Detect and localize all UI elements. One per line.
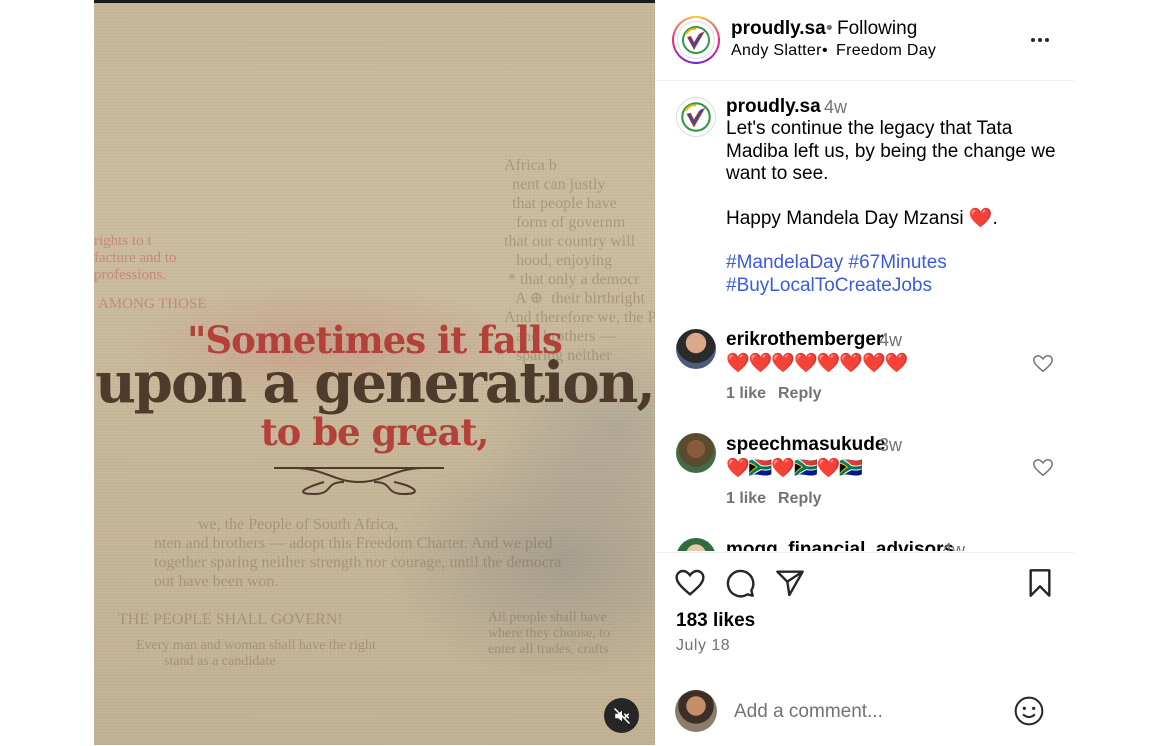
like-count[interactable]: 183 likes [676,610,755,632]
comment-icon[interactable] [724,567,756,599]
comments-list[interactable]: proudly.sa 4w Let's continue the legacy … [656,81,1074,551]
header-separator: • [826,18,833,39]
comment-avatar[interactable] [676,538,716,551]
quote-line-3: to be great, [260,410,490,454]
hashtag-link[interactable]: #MandelaDay [726,252,843,273]
caption-text: Let's continue the legacy that Tata Madi… [726,118,1056,297]
avatar [677,21,715,59]
comment-username[interactable]: mogg_financial_advisors [726,539,954,551]
caption-age[interactable]: 4w [824,97,847,118]
background-text-right-bottom: All people shall have where they choose,… [488,610,611,657]
background-text-left: rights to t facture and to professions. [94,233,177,283]
more-options-icon[interactable] [1028,28,1052,52]
heart-icon[interactable] [674,567,706,599]
post-date[interactable]: July 18 [676,637,730,655]
background-text-among: AMONG THOSE [98,296,207,312]
comment-age[interactable]: 3w [879,435,902,456]
hashtag-link[interactable]: #67Minutes [849,252,947,273]
comment-avatar[interactable] [676,433,716,473]
bookmark-icon[interactable] [1024,567,1056,599]
post-side-panel: proudly.sa • Following Andy Slatter • Fr… [656,0,1074,745]
proudly-sa-logo-icon [682,26,710,54]
mute-toggle-button[interactable] [604,698,639,733]
comment-heart-icon[interactable] [1032,353,1054,375]
header-username[interactable]: proudly.sa [731,18,826,40]
comment-input[interactable] [732,697,996,727]
quote-line-2: upon a generation, [95,350,655,416]
decorative-flourish [274,467,444,496]
post-media[interactable]: rights to t facture and to professions. … [94,0,655,745]
background-text-bottom: we, the People of South Africa, nten and… [154,516,562,590]
comment-like-count[interactable]: 1 like [726,385,766,403]
post-header: proudly.sa • Following Andy Slatter • Fr… [656,0,1074,81]
collaborator-name[interactable]: Andy Slatter [731,42,822,60]
background-text-govern: THE PEOPLE SHALL GOVERN! [118,611,343,628]
media-top-edge [94,0,655,3]
subtitle-separator: • [822,42,828,59]
comment-heart-icon[interactable] [1032,457,1054,479]
comment-username[interactable]: speechmasukude [726,434,885,456]
share-icon[interactable] [774,567,806,599]
background-text-govern-body: Every man and woman shall have the right… [136,638,376,669]
caption-line-1: Let's continue the legacy that Tata Madi… [726,118,1056,184]
caption-avatar[interactable] [676,97,716,137]
proudly-sa-logo-icon [681,102,711,132]
caption-username[interactable]: proudly.sa [726,96,821,118]
muted-speaker-icon [613,707,630,724]
story-ring[interactable] [672,16,720,64]
hashtag-link[interactable]: #BuyLocalToCreateJobs [726,275,932,296]
comment-text: ❤️🇿🇦❤️🇿🇦❤️🇿🇦 [726,458,863,479]
current-user-avatar [675,690,717,732]
caption-line-2: Happy Mandela Day Mzansi ❤️. [726,207,998,229]
comment-like-count[interactable]: 1 like [726,490,766,508]
audio-label[interactable]: Freedom Day [836,42,936,60]
post-actions: 183 likes July 18 [656,552,1074,746]
comment-age[interactable]: 4w [942,540,965,551]
comment-age[interactable]: 4w [879,330,902,351]
comment-avatar[interactable] [676,329,716,369]
comment-text: ❤️❤️❤️❤️❤️❤️❤️❤️ [726,353,908,374]
emoji-icon[interactable] [1013,695,1045,727]
reply-button[interactable]: Reply [778,490,822,508]
reply-button[interactable]: Reply [778,385,822,403]
comment-username[interactable]: erikrothemberger [726,329,883,351]
following-button[interactable]: Following [837,18,917,40]
caption-hashtags: #MandelaDay #67Minutes #BuyLocalToCreate… [726,252,1056,297]
